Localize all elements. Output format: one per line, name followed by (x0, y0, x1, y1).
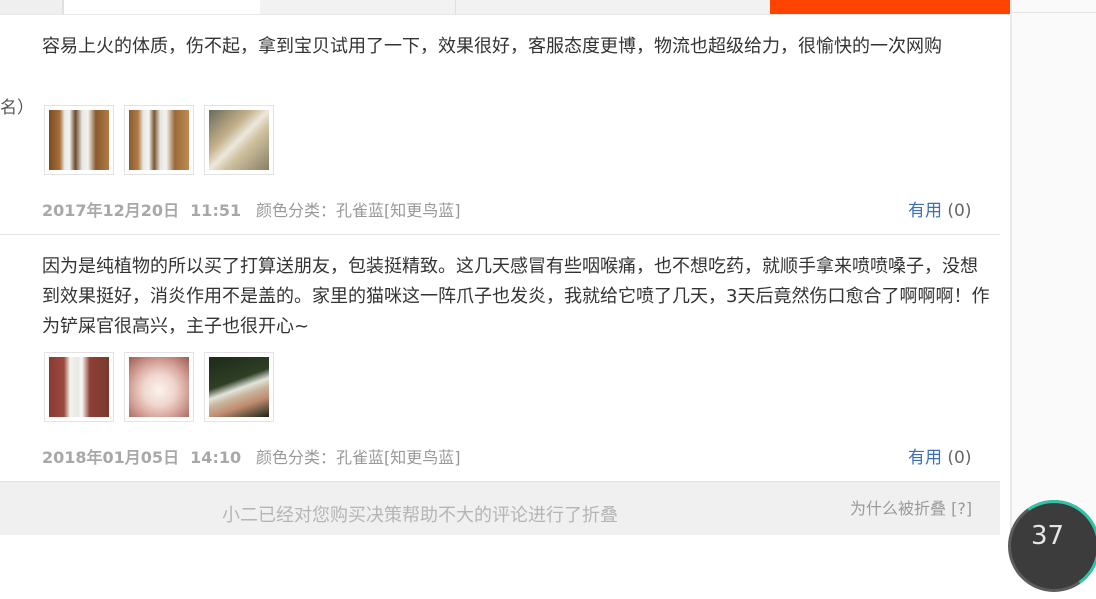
review-content: 因为是纯植物的所以买了打算送朋友，包装挺精致。这几天感冒有些咽喉痛，也不想吃药，… (42, 256, 990, 337)
review-sku-spec: 颜色分类：孔雀蓝[知更鸟蓝] (256, 201, 461, 220)
tab-2[interactable] (63, 0, 261, 14)
review-photo-thumbnail[interactable] (204, 352, 274, 422)
product-photo-icon (209, 110, 269, 170)
review-time: 14:10 (190, 448, 242, 467)
review-item: 容易上火的体质，伤不起，拿到宝贝试用了一下，效果很好，客服态度更博，物流也超级给… (0, 14, 1000, 234)
review-meta: 2018年01月05日 14:10 颜色分类：孔雀蓝[知更鸟蓝] (42, 444, 461, 468)
folded-reviews-bar[interactable]: 小二已经对您购买决策帮助不大的评论进行了折叠 为什么被折叠 [?] (0, 481, 1000, 535)
useful-label: 有用 (908, 448, 942, 468)
useful-count: (0) (947, 448, 972, 468)
product-photo-icon (209, 357, 269, 417)
useful-button[interactable]: 有用 (0) (908, 443, 972, 468)
review-time: 11:51 (190, 201, 242, 220)
why-folded-link[interactable]: 为什么被折叠 [?] (850, 495, 972, 519)
review-date: 2017年12月20日 (42, 201, 180, 220)
product-photo-icon (49, 357, 109, 417)
tab-4[interactable] (456, 0, 770, 14)
useful-label: 有用 (908, 201, 942, 221)
useful-count: (0) (947, 201, 972, 221)
review-photo-thumbnail[interactable] (44, 352, 114, 422)
orange-action-bar[interactable] (770, 0, 1010, 14)
right-side-panel (1012, 0, 1096, 534)
tab-3[interactable] (260, 0, 456, 14)
useful-button[interactable]: 有用 (0) (908, 196, 972, 221)
review-item: 因为是纯植物的所以买了打算送朋友，包装挺精致。这几天感冒有些咽喉痛，也不想吃药，… (0, 235, 1000, 480)
review-photo-thumbnail[interactable] (124, 352, 194, 422)
review-photo-thumbnail[interactable] (44, 105, 114, 175)
review-sku-spec: 颜色分类：孔雀蓝[知更鸟蓝] (256, 448, 461, 467)
review-date: 2018年01月05日 (42, 448, 180, 467)
folded-reviews-message: 小二已经对您购买决策帮助不大的评论进行了折叠 (222, 505, 618, 526)
product-photo-icon (129, 357, 189, 417)
review-content: 容易上火的体质，伤不起，拿到宝贝试用了一下，效果很好，客服态度更博，物流也超级给… (42, 36, 942, 57)
review-photo-thumbnail[interactable] (204, 105, 274, 175)
product-photo-icon (49, 110, 109, 170)
review-meta: 2017年12月20日 11:51 颜色分类：孔雀蓝[知更鸟蓝] (42, 197, 461, 221)
top-tab-strip (0, 0, 1010, 15)
product-photo-icon (129, 110, 189, 170)
tab-1[interactable] (0, 0, 63, 14)
right-panel-top-line (1012, 12, 1096, 13)
floating-progress-widget[interactable]: 37 (1000, 492, 1096, 599)
floating-widget-value: 37 (1031, 521, 1065, 551)
review-photo-thumbnail[interactable] (124, 105, 194, 175)
